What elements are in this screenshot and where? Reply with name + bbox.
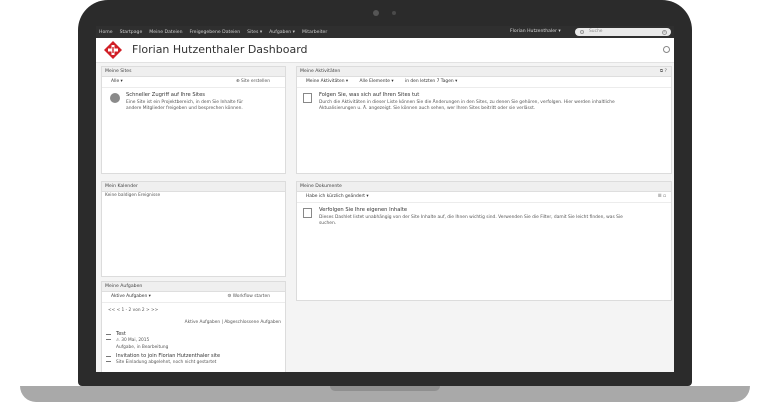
start-workflow-label: Workflow starten — [232, 294, 270, 299]
rss-and-help-icons[interactable]: ⧉ ? — [660, 67, 667, 76]
task-1-date: ⚠ 30 Mai, 2015 — [116, 338, 150, 343]
dashlet-title: Meine Dokumente — [297, 182, 671, 192]
nav-startpage[interactable]: Startpage — [120, 30, 143, 35]
calendar-empty-text: Keine baldigen Ereignisse — [105, 193, 161, 198]
activity-icon — [303, 93, 312, 103]
nav-shared-files[interactable]: Freigegebene Dateien — [190, 30, 241, 35]
screen: Home Startpage Meine Dateien Freigegeben… — [96, 26, 674, 372]
nav-home[interactable]: Home — [99, 30, 113, 35]
site-logo-icon — [104, 41, 122, 59]
search-icon — [580, 29, 584, 34]
tasks-dashlet: Meine Aufgaben Aktive Aufgaben ▾ ⚙ Workf… — [101, 281, 286, 372]
sites-filter-bar: Alle ▾ ⊕ Site erstellen — [102, 77, 285, 88]
page-title: Florian Hutzenthaler Dashboard — [132, 43, 308, 56]
activities-filter-1[interactable]: Meine Aktivitäten ▾ — [306, 79, 348, 84]
tasks-links[interactable]: Aktive Aufgaben | Abgeschlossene Aufgabe… — [185, 320, 281, 325]
nav-sites[interactable]: Sites ▾ — [247, 30, 262, 35]
sites-filter-dropdown[interactable]: Alle ▾ — [111, 79, 123, 84]
create-site-label: Site erstellen — [241, 79, 270, 84]
dashlet-title: Meine Sites — [102, 67, 285, 77]
documents-info: Verfolgen Sie Ihre eigenen Inhalte Diese… — [319, 207, 669, 227]
task-2-name[interactable]: Invitation to join Florian Hutzenthaler … — [116, 353, 220, 359]
activities-filter-2[interactable]: Alle Elemente ▾ — [360, 79, 394, 84]
tasks-filter-bar: Aktive Aufgaben ▾ ⚙ Workflow starten — [102, 292, 285, 303]
sites-info: Schneller Zugriff auf Ihre Sites Eine Si… — [126, 92, 281, 112]
activities-filter-bar: Meine Aktivitäten ▾ Alle Elemente ▾ in d… — [297, 77, 671, 88]
tasks-filter-dropdown[interactable]: Aktive Aufgaben ▾ — [111, 294, 151, 299]
sites-help-icon — [110, 93, 120, 103]
activities-info: Folgen Sie, was sich auf Ihren Sites tut… — [319, 92, 669, 112]
task-icon — [106, 356, 111, 362]
laptop-notch — [330, 386, 440, 391]
top-navigation-bar: Home Startpage Meine Dateien Freigegeben… — [96, 26, 674, 38]
dashlet-title: Meine Aktivitäten ⧉ ? — [297, 67, 671, 77]
dashlet-title: Mein Kalender — [102, 182, 285, 192]
dashlet-title: Meine Aufgaben — [102, 282, 285, 292]
nav-tasks[interactable]: Aufgaben ▾ — [269, 30, 295, 35]
create-site-button[interactable]: ⊕ Site erstellen — [236, 77, 280, 87]
documents-dashlet: Meine Dokumente Habe ich kürzlich geände… — [296, 181, 672, 301]
task-2-status: Site Einladung abgelehnt, noch nicht ges… — [116, 360, 217, 365]
nav-people[interactable]: Mitarbeiter — [302, 30, 327, 35]
activities-desc-2: Aktualisierungen u. Ä. angezeigt. Sie kö… — [319, 106, 536, 111]
nav-my-files[interactable]: Meine Dateien — [149, 30, 182, 35]
main-nav: Home Startpage Meine Dateien Freigegeben… — [99, 26, 327, 38]
documents-heading: Verfolgen Sie Ihre eigenen Inhalte — [319, 207, 408, 213]
camera-icon — [373, 10, 379, 16]
calendar-dashlet: Mein Kalender Keine baldigen Ereignisse — [101, 181, 286, 277]
my-sites-dashlet: Meine Sites Alle ▾ ⊕ Site erstellen Schn… — [101, 66, 286, 174]
sensor-icon — [392, 11, 396, 15]
user-menu[interactable]: Florian Hutzenthaler ▾ — [510, 26, 561, 38]
task-1-status: Aufgabe, in Bearbeitung — [116, 345, 169, 350]
view-toggle-icons[interactable]: ☰ ▫ — [658, 192, 666, 202]
clear-search-icon[interactable]: × — [662, 29, 667, 35]
start-workflow-button[interactable]: ⚙ Workflow starten — [227, 292, 280, 302]
tasks-pager[interactable]: << < 1 - 2 von 2 > >> — [108, 308, 158, 313]
activities-heading: Folgen Sie, was sich auf Ihren Sites tut — [319, 92, 420, 98]
activities-filter-3[interactable]: in den letzten 7 Tagen ▾ — [405, 79, 457, 84]
task-icon — [106, 334, 111, 340]
document-icon — [303, 208, 312, 218]
documents-desc-2: suchen. — [319, 221, 337, 226]
activities-dashlet: Meine Aktivitäten ⧉ ? Meine Aktivitäten … — [296, 66, 672, 174]
task-1-date-text: 30 Mai, 2015 — [121, 338, 150, 343]
documents-filter-dropdown[interactable]: Habe ich kürzlich geändert ▾ — [306, 194, 369, 199]
activities-title: Meine Aktivitäten — [300, 69, 341, 74]
task-1-name[interactable]: Test — [116, 331, 126, 337]
customize-dashboard-icon[interactable] — [663, 46, 670, 53]
sites-heading: Schneller Zugriff auf Ihre Sites — [126, 92, 205, 98]
sites-desc-2: andere Mitglieder freigeben und besprech… — [126, 106, 243, 111]
dashboard-header: Florian Hutzenthaler Dashboard — [96, 38, 674, 63]
search-input[interactable]: Suche × — [575, 28, 671, 36]
documents-filter-bar: Habe ich kürzlich geändert ▾ ☰ ▫ — [297, 192, 671, 203]
search-placeholder: Suche — [589, 29, 603, 34]
documents-desc-1: Dieses Dashlet listet unabhängig von der… — [319, 215, 623, 220]
